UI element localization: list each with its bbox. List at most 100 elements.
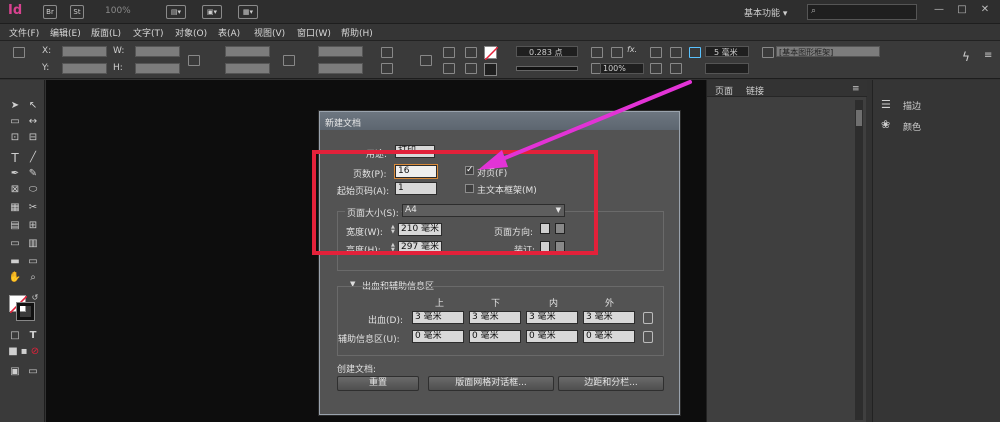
menu-file[interactable]: 文件(F) bbox=[9, 26, 39, 39]
bleed-link-icon[interactable] bbox=[643, 312, 653, 324]
panel-menu-icon[interactable]: ≡ bbox=[852, 84, 860, 94]
selection-tool-icon[interactable]: ➤ bbox=[8, 100, 22, 112]
object-style-icon[interactable] bbox=[762, 47, 774, 58]
constrain-proportions-icon[interactable] bbox=[188, 55, 200, 66]
side-item-color[interactable]: 颜色 bbox=[903, 120, 921, 133]
y-field[interactable] bbox=[62, 63, 107, 74]
x-field[interactable] bbox=[62, 46, 107, 57]
swap-colors-icon[interactable]: ↺ bbox=[28, 292, 42, 304]
stroke-panel-icon[interactable]: ☰ bbox=[881, 98, 891, 111]
slug-top-input[interactable]: 0 毫米 bbox=[412, 330, 464, 343]
gap-tool-icon[interactable]: ↔ bbox=[26, 116, 40, 128]
margins-columns-button[interactable]: 边距和分栏... bbox=[558, 376, 664, 391]
content-placer-icon[interactable]: ⊟ bbox=[26, 132, 40, 144]
color-panel-icon[interactable]: ❀ bbox=[881, 118, 890, 131]
close-button[interactable]: ✕ bbox=[976, 4, 994, 18]
fill-swatch[interactable] bbox=[484, 46, 498, 60]
slug-inside-input[interactable]: 0 毫米 bbox=[526, 330, 578, 343]
stock-button[interactable]: St bbox=[70, 5, 84, 19]
link-icon[interactable] bbox=[283, 55, 295, 66]
maximize-button[interactable]: □ bbox=[953, 4, 971, 18]
view-options-button[interactable]: ▤▾ bbox=[166, 5, 186, 19]
effects-icon[interactable]: fx. bbox=[627, 45, 637, 54]
h-field[interactable] bbox=[135, 63, 180, 74]
flip-vertical-icon[interactable] bbox=[443, 63, 455, 74]
arrange-documents-button[interactable]: ▦▾ bbox=[238, 5, 258, 19]
slug-outside-input[interactable]: 0 毫米 bbox=[583, 330, 635, 343]
screen-mode-icon[interactable]: ▭ bbox=[26, 366, 40, 378]
formatting-text-icon[interactable]: T bbox=[26, 330, 40, 342]
side-item-stroke[interactable]: 描边 bbox=[903, 99, 921, 112]
hand-tool-icon[interactable]: ✋ bbox=[8, 272, 22, 284]
gradient-swatch-tool-icon[interactable]: ▤ bbox=[8, 220, 22, 232]
measure-tool-icon[interactable]: ▬ bbox=[8, 256, 22, 268]
opacity-field[interactable]: 100% bbox=[600, 63, 644, 74]
text-frame-icon[interactable] bbox=[420, 55, 432, 66]
free-transform-tool-icon[interactable]: ✂ bbox=[26, 202, 40, 214]
slug-link-icon[interactable] bbox=[643, 331, 653, 343]
menu-window[interactable]: 窗口(W) bbox=[297, 26, 331, 39]
pen-tool-icon[interactable]: ✒ bbox=[8, 168, 22, 180]
rotate-field[interactable] bbox=[318, 46, 363, 57]
workspace-switcher[interactable]: 基本功能 ▾ bbox=[744, 6, 787, 19]
distribute-icon[interactable] bbox=[670, 47, 682, 58]
reference-point-icon[interactable] bbox=[13, 47, 25, 58]
tab-pages[interactable]: 页面 bbox=[715, 84, 733, 97]
menu-type[interactable]: 文字(T) bbox=[133, 26, 164, 39]
fit-frame-icon[interactable] bbox=[689, 47, 701, 58]
scissors-tool-icon[interactable]: ▦ bbox=[8, 202, 22, 214]
note-tool-icon[interactable]: ▭ bbox=[8, 238, 22, 250]
scrollbar-thumb[interactable] bbox=[856, 110, 862, 126]
minimize-button[interactable]: — bbox=[930, 4, 948, 18]
panel-menu-icon[interactable]: ≡ bbox=[984, 50, 992, 61]
stroke-type-dropdown[interactable] bbox=[516, 66, 578, 71]
select-content-icon[interactable] bbox=[465, 63, 477, 74]
corner-options-icon[interactable] bbox=[591, 47, 603, 58]
stroke-weight-field[interactable]: 0.283 点 bbox=[516, 46, 578, 57]
reset-button[interactable]: 重置 bbox=[337, 376, 419, 391]
mm-field[interactable]: 5 毫米 bbox=[705, 46, 749, 57]
ellipse-tool-icon[interactable]: ⬭ bbox=[26, 184, 40, 196]
menu-edit[interactable]: 编辑(E) bbox=[50, 26, 81, 39]
screen-mode-button[interactable]: ▣▾ bbox=[202, 5, 222, 19]
page-tool-icon[interactable]: ▭ bbox=[8, 116, 22, 128]
search-input[interactable]: ⌕ bbox=[807, 4, 917, 20]
eyedropper-tool-icon[interactable]: ▥ bbox=[26, 238, 40, 250]
wrap-icon[interactable] bbox=[650, 63, 662, 74]
rotate-ccw-icon[interactable] bbox=[381, 63, 393, 74]
select-container-icon[interactable] bbox=[465, 47, 477, 58]
stroke-color-icon[interactable] bbox=[16, 302, 35, 321]
scale-y-field[interactable] bbox=[225, 63, 270, 74]
content-collector-icon[interactable]: ⊡ bbox=[8, 132, 22, 144]
normal-view-icon[interactable]: ▣ bbox=[8, 366, 22, 378]
menu-layout[interactable]: 版面(L) bbox=[91, 26, 121, 39]
tab-links[interactable]: 链接 bbox=[746, 84, 764, 97]
menu-table[interactable]: 表(A) bbox=[218, 26, 240, 39]
shear-field[interactable] bbox=[318, 63, 363, 74]
layout-grid-button[interactable]: 版面网格对话框... bbox=[428, 376, 554, 391]
zoom-level[interactable]: 100% bbox=[105, 6, 131, 16]
apply-none-icon[interactable]: ⊘ bbox=[28, 346, 42, 358]
slug-bottom-input[interactable]: 0 毫米 bbox=[469, 330, 521, 343]
w-field[interactable] bbox=[135, 46, 180, 57]
pages-scrollbar[interactable] bbox=[855, 100, 863, 420]
stroke-swatch[interactable] bbox=[484, 63, 497, 76]
frame-fit-icon[interactable] bbox=[670, 63, 682, 74]
object-style-dropdown[interactable]: [基本图形框架] bbox=[776, 46, 880, 57]
rectangle-frame-tool-icon[interactable]: ⊠ bbox=[8, 184, 22, 196]
bleed-top-input[interactable]: 3 毫米 bbox=[412, 311, 464, 324]
bleed-bottom-input[interactable]: 3 毫米 bbox=[469, 311, 521, 324]
gradient-feather-tool-icon[interactable]: ⊞ bbox=[26, 220, 40, 232]
menu-object[interactable]: 对象(O) bbox=[175, 26, 207, 39]
stroke-style-field[interactable] bbox=[705, 63, 749, 74]
type-tool-icon[interactable]: T bbox=[8, 152, 22, 164]
pencil-tool-icon[interactable]: ✎ bbox=[26, 168, 40, 180]
bridge-button[interactable]: Br bbox=[43, 5, 57, 19]
formatting-container-icon[interactable]: □ bbox=[8, 330, 22, 342]
align-icon[interactable] bbox=[650, 47, 662, 58]
scale-x-field[interactable] bbox=[225, 46, 270, 57]
zoom-tool-icon[interactable]: ⌕ bbox=[26, 272, 40, 284]
dialog-title[interactable]: 新建文档 bbox=[320, 112, 679, 130]
bleed-outside-input[interactable]: 3 毫米 bbox=[583, 311, 635, 324]
direct-selection-tool-icon[interactable]: ↖ bbox=[26, 100, 40, 112]
